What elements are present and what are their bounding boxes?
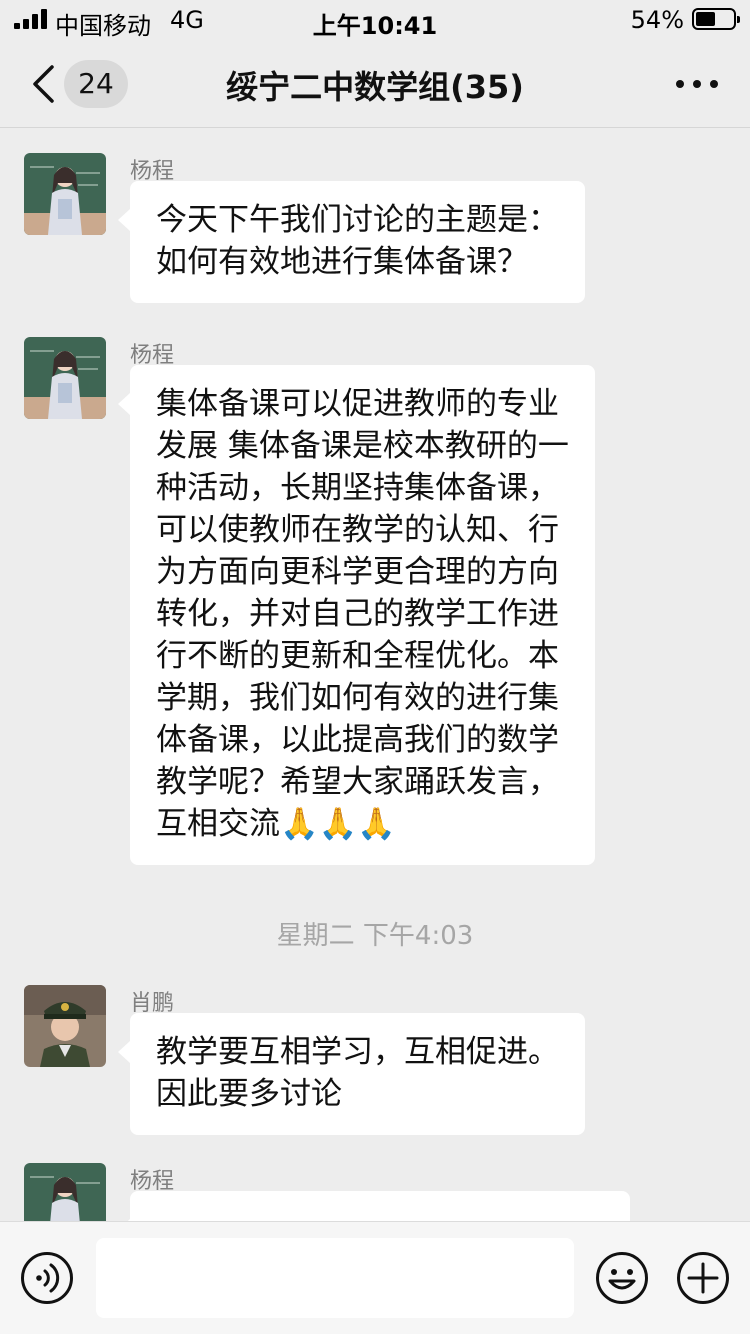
message-bubble[interactable]: 今天下午我们讨论的主题是： 如何有效地进行集体备课？ [118, 181, 585, 303]
battery-level-fill [696, 12, 716, 26]
avatar[interactable] [24, 337, 106, 419]
chevron-left-icon[interactable] [30, 64, 56, 104]
time-divider: 星期二 下午4:03 [276, 921, 474, 951]
avatar[interactable] [24, 153, 106, 235]
teacher-avatar-icon [24, 153, 106, 235]
message-bubble[interactable] [118, 1191, 630, 1221]
battery-icon [692, 8, 740, 30]
message-list[interactable]: 杨程 今天下午我们讨论的主题是： 如何有效地进行集体备课？ 杨程 集体备课可以促… [0, 129, 750, 1221]
avatar[interactable] [24, 1163, 106, 1221]
officer-avatar-icon [24, 985, 106, 1067]
avatar[interactable] [24, 985, 106, 1067]
plus-icon[interactable] [676, 1251, 730, 1305]
chat-header: 24 绥宁二中数学组(35) [0, 40, 750, 128]
emoji-icon[interactable] [595, 1251, 649, 1305]
teacher-avatar-icon [24, 337, 106, 419]
battery-percent: 54% [630, 6, 684, 34]
message-bubble[interactable]: 集体备课可以促进教师的专业 发展 集体备课是校本教研的一 种活动，长期坚持集体备… [118, 365, 595, 865]
input-bar [0, 1221, 750, 1334]
unread-count-badge[interactable]: 24 [64, 60, 128, 108]
voice-icon[interactable] [20, 1251, 74, 1305]
teacher-avatar-icon [24, 1163, 106, 1221]
more-dots-icon[interactable] [674, 74, 720, 94]
message-bubble[interactable]: 教学要互相学习，互相促进。 因此要多讨论 [118, 1013, 585, 1135]
status-bar: 中国移动 4G 上午10:41 54% [0, 0, 750, 40]
chat-title: 绥宁二中数学组(35) [226, 68, 524, 106]
message-input[interactable] [96, 1238, 574, 1318]
